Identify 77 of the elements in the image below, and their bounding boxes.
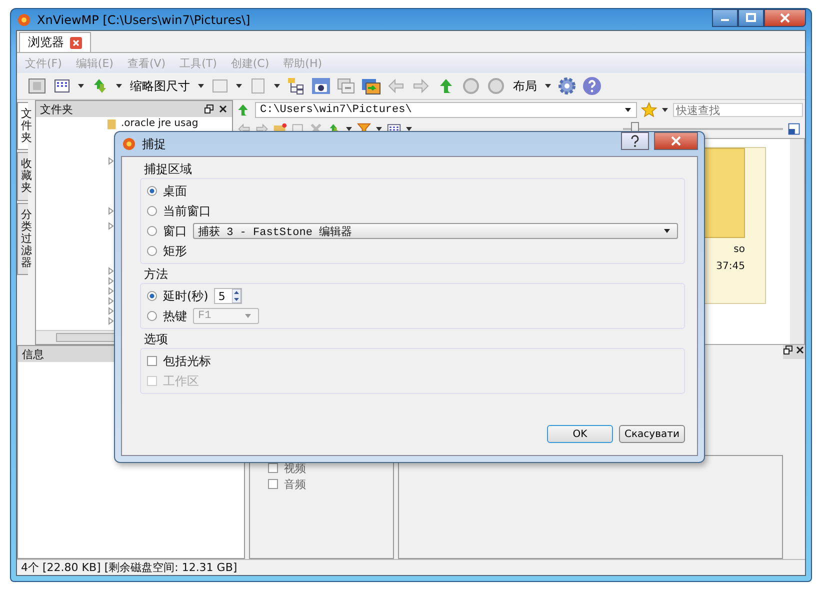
caret-icon[interactable] bbox=[661, 106, 669, 114]
question-mark-icon bbox=[630, 135, 640, 147]
float-icon[interactable] bbox=[204, 104, 214, 114]
scrollbar[interactable] bbox=[790, 139, 804, 344]
caret-icon[interactable] bbox=[624, 106, 632, 114]
camera-icon[interactable] bbox=[311, 76, 331, 96]
close-icon[interactable] bbox=[218, 104, 228, 114]
group-title: 选项 bbox=[143, 331, 169, 348]
folder-name[interactable]: .oracle jre usag bbox=[121, 118, 198, 129]
caret-icon[interactable] bbox=[375, 125, 383, 133]
help-icon[interactable] bbox=[582, 76, 602, 96]
cancel-button[interactable]: Скасувати bbox=[619, 425, 685, 443]
star-icon[interactable] bbox=[641, 102, 657, 118]
option-label: 热键 bbox=[163, 308, 187, 324]
checkbox[interactable] bbox=[268, 463, 278, 473]
address-field[interactable]: C:\Users\win7\Pictures\ bbox=[255, 102, 637, 118]
window-dropdown[interactable]: 捕获 3 - FastStone 编辑器 bbox=[193, 223, 678, 239]
caret-icon[interactable] bbox=[197, 82, 205, 90]
option-label: 窗口 bbox=[163, 222, 187, 240]
group-title: 捕捉区域 bbox=[143, 161, 193, 178]
batch-images-icon[interactable] bbox=[361, 76, 381, 96]
folder-tree-icon[interactable] bbox=[286, 76, 306, 96]
group-title: 方法 bbox=[143, 266, 169, 283]
app-logo-icon bbox=[16, 12, 32, 28]
expand-arrow-icon[interactable] bbox=[108, 157, 114, 165]
close-button[interactable] bbox=[764, 9, 806, 27]
close-button[interactable] bbox=[654, 132, 698, 150]
option-label: 延时(秒) bbox=[163, 288, 208, 304]
radio-button[interactable] bbox=[147, 186, 157, 196]
caret-icon[interactable] bbox=[115, 82, 123, 90]
settings-icon[interactable] bbox=[557, 76, 577, 96]
radio-button[interactable] bbox=[147, 206, 157, 216]
checkbox[interactable] bbox=[268, 479, 278, 489]
window-icon[interactable] bbox=[787, 122, 801, 136]
thumbnail-size-button[interactable]: 缩略图尺寸 bbox=[128, 78, 192, 94]
help-button[interactable] bbox=[621, 132, 649, 150]
option-label: 包括光标 bbox=[163, 352, 211, 370]
panel-title: 信息 bbox=[22, 346, 44, 362]
option-label: 当前窗口 bbox=[163, 202, 211, 220]
search-field[interactable]: 快速查找 bbox=[673, 103, 803, 117]
checkbox[interactable] bbox=[147, 356, 157, 366]
minimize-button[interactable] bbox=[712, 9, 738, 27]
folder-icon bbox=[106, 118, 118, 130]
caret-icon[interactable] bbox=[345, 125, 353, 133]
caret-icon[interactable] bbox=[77, 82, 85, 90]
dialog-title: 捕捉 bbox=[142, 136, 166, 152]
caret-icon bbox=[244, 312, 252, 320]
option-label: 桌面 bbox=[163, 182, 187, 200]
option-label: 矩形 bbox=[163, 242, 187, 260]
file-time: 37:45 bbox=[716, 261, 745, 272]
caret-icon[interactable] bbox=[405, 125, 413, 133]
caret-icon bbox=[663, 227, 671, 235]
window-title: XnViewMP [C:\Users\win7\Pictures\] bbox=[37, 12, 250, 26]
filter-label: 视频 bbox=[284, 460, 306, 476]
maximize-button[interactable] bbox=[738, 9, 764, 27]
caret-icon[interactable] bbox=[235, 82, 243, 90]
file-name: so bbox=[734, 244, 745, 255]
radio-button[interactable] bbox=[147, 226, 157, 236]
layout-button[interactable]: 布局 bbox=[511, 78, 539, 94]
caret-icon[interactable] bbox=[273, 82, 281, 90]
close-icon bbox=[780, 13, 790, 23]
status-text: 4个 [22.80 KB] [剩余磁盘空间: 12.31 GB] bbox=[21, 560, 238, 575]
radio-button[interactable] bbox=[147, 291, 157, 301]
caret-icon[interactable] bbox=[544, 82, 552, 90]
browser-tab[interactable]: 浏览器 bbox=[19, 32, 91, 52]
radio-button[interactable] bbox=[147, 246, 157, 256]
fullscreen-icon[interactable] bbox=[27, 76, 47, 96]
close-icon[interactable] bbox=[795, 345, 805, 355]
option-label: 工作区 bbox=[163, 372, 199, 390]
panel-title: 文件夹 bbox=[40, 102, 73, 116]
float-icon[interactable] bbox=[783, 345, 793, 355]
ok-button[interactable]: OK bbox=[547, 425, 613, 443]
close-icon bbox=[671, 136, 681, 146]
delay-spinner[interactable]: 5 bbox=[214, 288, 242, 304]
filter-label: 音频 bbox=[284, 476, 306, 492]
maximize-icon bbox=[746, 13, 756, 23]
app-logo-icon bbox=[121, 136, 137, 152]
